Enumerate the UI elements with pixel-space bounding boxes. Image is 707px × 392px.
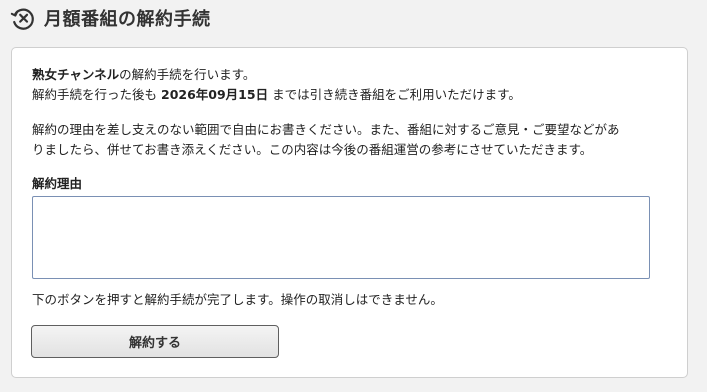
- notice-line-2-prefix: 解約手続を行った後も: [32, 87, 158, 102]
- warning-text: 下のボタンを押すと解約手続が完了します。操作の取消しはできません。: [32, 292, 443, 307]
- reason-input[interactable]: [32, 196, 650, 279]
- notice-line-1-text: の解約手続を行います。: [119, 67, 256, 82]
- page-title: 月額番組の解約手続: [44, 9, 211, 30]
- cancellation-panel: 熟女チャンネルの解約手続を行います。 解約手続を行った後も 2026年09月15…: [11, 47, 688, 378]
- notice-line-1: 熟女チャンネルの解約手続を行います。: [32, 65, 255, 85]
- cancel-subscription-button[interactable]: 解約する: [31, 325, 279, 358]
- cancel-circle-icon: [10, 8, 34, 30]
- instructions-line-1: 解約の理由を差し支えのない範囲で自由にお書きください。また、番組に対するご意見・…: [32, 122, 620, 137]
- end-date: 2026年09月15日: [161, 87, 269, 102]
- notice-line-2: 解約手続を行った後も 2026年09月15日 までは引き続き番組をご利用いただけ…: [32, 85, 521, 105]
- instructions-line-2: りましたら、併せてお書き添えください。この内容は今後の番組運営の参考にさせていた…: [32, 142, 593, 157]
- notice-line-2-suffix: までは引き続き番組をご利用いただけます。: [272, 87, 521, 102]
- channel-name: 熟女チャンネル: [32, 67, 120, 82]
- page-header: 月額番組の解約手続: [10, 4, 211, 32]
- reason-label: 解約理由: [32, 176, 83, 191]
